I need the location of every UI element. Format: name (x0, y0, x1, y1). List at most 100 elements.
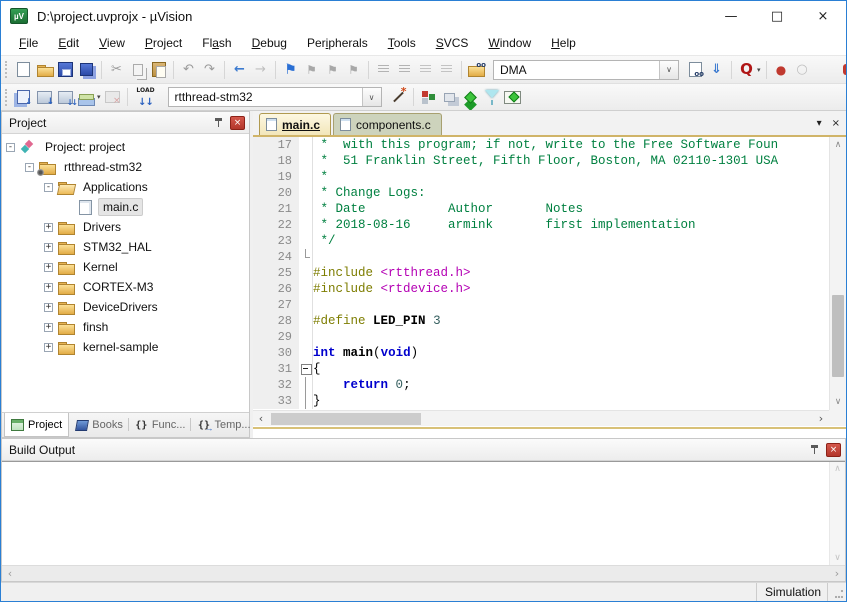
resize-grip[interactable] (828, 583, 846, 601)
debug-query-button[interactable]: Q▾ (736, 60, 762, 80)
open-file-button[interactable] (34, 60, 55, 80)
menu-peripherals[interactable]: Peripherals (297, 33, 378, 53)
translate-file-button[interactable] (13, 87, 34, 107)
manage-run-time-environment-button[interactable] (460, 87, 481, 107)
tree-item-stm32-hal[interactable]: +STM32_HAL (2, 237, 249, 257)
plus-expander-icon[interactable]: + (44, 303, 53, 312)
fold-box-icon[interactable] (299, 361, 313, 377)
scroll-left-icon[interactable]: ‹ (253, 411, 269, 426)
scroll-left-icon[interactable]: ‹ (2, 566, 18, 581)
plus-expander-icon[interactable]: + (44, 263, 53, 272)
scroll-right-icon[interactable]: › (829, 566, 845, 581)
pin-icon[interactable] (808, 443, 822, 457)
plus-expander-icon[interactable]: + (44, 343, 53, 352)
new-file-button[interactable] (13, 60, 34, 80)
menu-tools[interactable]: Tools (378, 33, 426, 53)
paste-button[interactable] (148, 60, 169, 80)
flip-windows-button[interactable] (439, 87, 460, 107)
pin-icon[interactable] (212, 116, 226, 130)
tab-list-dropdown-icon[interactable]: ▾ (817, 118, 822, 129)
editor-horizontal-scrollbar[interactable]: ‹ › (253, 410, 829, 426)
redo-button[interactable]: ↷ (199, 60, 220, 80)
search-combo-dropdown[interactable]: ∨ (659, 61, 678, 79)
menu-svcs[interactable]: SVCS (426, 33, 479, 53)
insert-breakpoint-button[interactable]: ● (771, 60, 792, 80)
previous-bookmark-button[interactable]: ⚑ (301, 60, 322, 80)
close-panel-button[interactable]: × (826, 443, 841, 457)
target-combo-dropdown[interactable]: ∨ (362, 88, 381, 106)
document-tab-main-c[interactable]: main.c (259, 113, 331, 135)
close-document-icon[interactable]: × (832, 118, 840, 129)
outdent-button[interactable] (394, 60, 415, 80)
indent-button[interactable] (373, 60, 394, 80)
search-combo-value[interactable]: DMA (494, 63, 659, 77)
target-combo[interactable]: rtthread-stm32 ∨ (168, 87, 382, 107)
stop-build-button[interactable] (102, 87, 123, 107)
copy-button[interactable] (127, 60, 148, 80)
undo-button[interactable]: ↶ (178, 60, 199, 80)
insert-bookmark-button[interactable]: ⚑ (280, 60, 301, 80)
scroll-up-icon[interactable]: ∧ (830, 137, 846, 153)
plus-expander-icon[interactable]: + (44, 323, 53, 332)
menu-edit[interactable]: Edit (48, 33, 89, 53)
minus-expander-icon[interactable]: - (25, 163, 34, 172)
panel-tab-func[interactable]: Func... (129, 413, 192, 437)
panel-tab-temp[interactable]: Temp... (191, 413, 256, 437)
select-software-packs-button[interactable] (481, 87, 502, 107)
close-panel-button[interactable]: × (230, 116, 245, 130)
manage-project-items-button[interactable] (418, 87, 439, 107)
tree-item-drivers[interactable]: +Drivers (2, 217, 249, 237)
menu-file[interactable]: File (9, 33, 48, 53)
comment-button[interactable] (415, 60, 436, 80)
menu-flash[interactable]: Flash (192, 33, 241, 53)
tree-item-kernel-sample[interactable]: +kernel-sample (2, 337, 249, 357)
pack-installer-button[interactable] (502, 87, 523, 107)
tree-item-project-project[interactable]: -Project: project (2, 137, 249, 157)
toolbar-grip[interactable] (5, 89, 9, 106)
target-combo-value[interactable]: rtthread-stm32 (169, 90, 362, 104)
clear-bookmarks-button[interactable]: ⚑ (343, 60, 364, 80)
maximize-button[interactable]: □ (754, 1, 800, 31)
navigate-forward-button[interactable]: → (250, 60, 271, 80)
close-button[interactable]: × (800, 1, 846, 31)
plus-expander-icon[interactable]: + (44, 243, 53, 252)
batch-build-button[interactable]: ▾ (76, 87, 102, 107)
tree-item-main-c[interactable]: main.c (2, 197, 249, 217)
uncomment-button[interactable] (436, 60, 457, 80)
tree-item-finsh[interactable]: +finsh (2, 317, 249, 337)
menu-debug[interactable]: Debug (242, 33, 297, 53)
next-bookmark-button[interactable]: ⚑ (322, 60, 343, 80)
tree-item-applications[interactable]: -Applications (2, 177, 249, 197)
minus-expander-icon[interactable]: - (6, 143, 15, 152)
download-button[interactable]: LOAD (132, 87, 160, 107)
navigate-back-button[interactable]: ← (229, 60, 250, 80)
menu-view[interactable]: View (89, 33, 135, 53)
build-output-vertical-scrollbar[interactable]: ∧ ∨ (829, 462, 845, 565)
document-tab-components-c[interactable]: components.c (333, 113, 442, 135)
code-editor[interactable]: 17 * with this program; if not, write to… (253, 137, 829, 410)
cut-button[interactable]: ✂ (106, 60, 127, 80)
search-combo[interactable]: DMA ∨ (493, 60, 679, 80)
rebuild-button[interactable] (55, 87, 76, 107)
menu-help[interactable]: Help (541, 33, 586, 53)
vertical-scroll-thumb[interactable] (832, 295, 844, 377)
save-button[interactable] (55, 60, 76, 80)
build-output-content[interactable]: ∧ ∨ (2, 461, 845, 565)
editor-vertical-scrollbar[interactable]: ∧ ∨ (829, 137, 846, 410)
save-all-button[interactable] (76, 60, 97, 80)
panel-tab-books[interactable]: Books (69, 413, 129, 437)
tree-item-rtthread-stm32[interactable]: -rtthread-stm32 (2, 157, 249, 177)
scroll-down-icon[interactable]: ∨ (830, 394, 846, 410)
horizontal-scroll-thumb[interactable] (271, 413, 421, 425)
options-for-target-button[interactable] (388, 87, 409, 107)
menu-project[interactable]: Project (135, 33, 192, 53)
minimize-button[interactable]: — (708, 1, 754, 31)
plus-expander-icon[interactable]: + (44, 283, 53, 292)
disable-breakpoint-button[interactable]: ○ (792, 60, 813, 80)
tree-item-cortex-m3[interactable]: +CORTEX-M3 (2, 277, 249, 297)
scroll-down-icon[interactable]: ∨ (830, 551, 845, 565)
incremental-find-button[interactable]: ⇓ (706, 60, 727, 80)
plus-expander-icon[interactable]: + (44, 223, 53, 232)
find-button[interactable] (685, 60, 706, 80)
scroll-right-icon[interactable]: › (813, 411, 829, 426)
